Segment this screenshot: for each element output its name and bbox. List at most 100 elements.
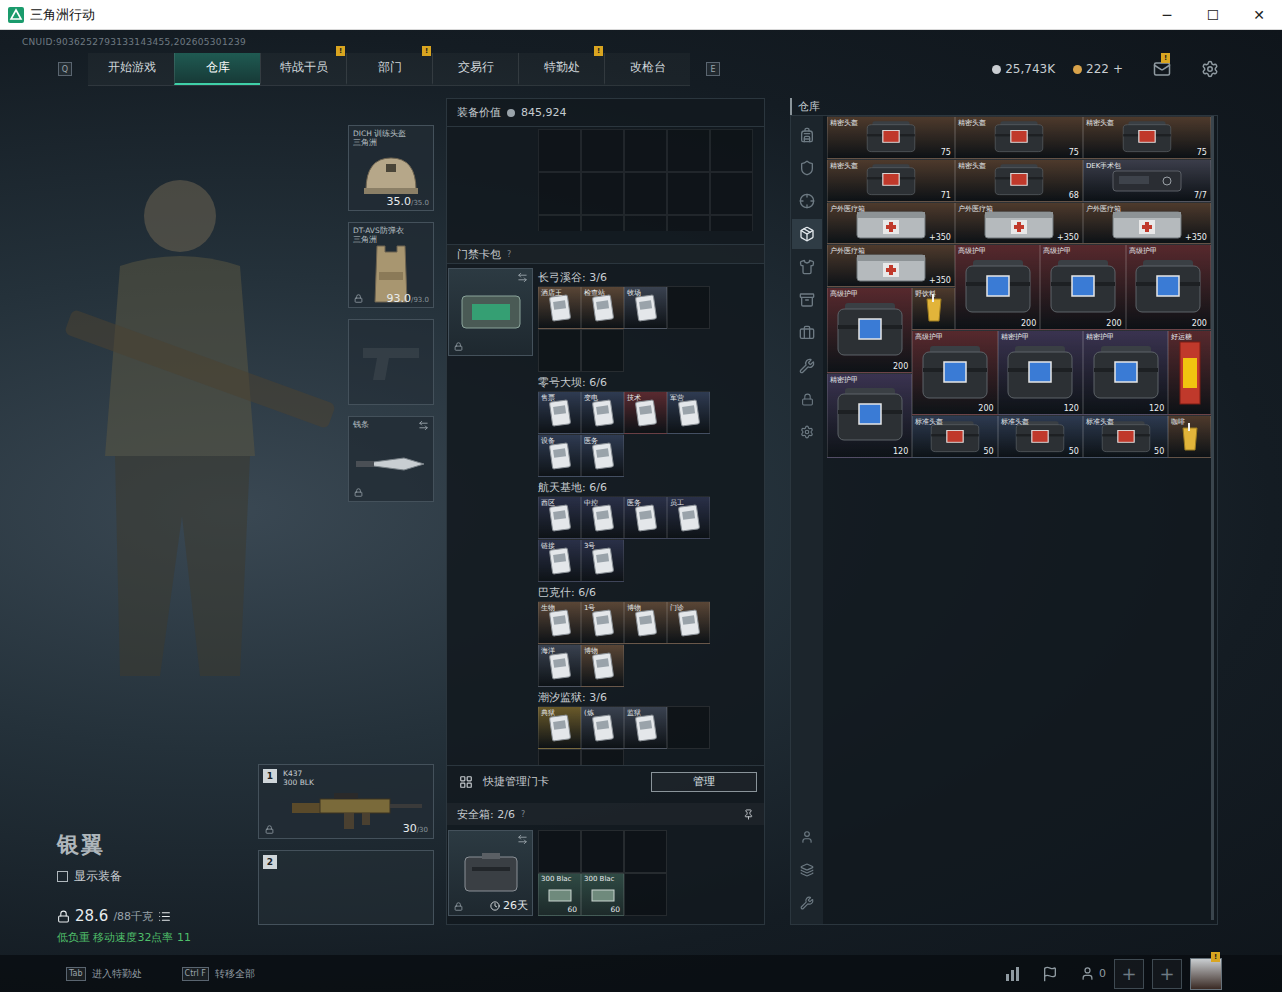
keycard[interactable]: 博物 (581, 644, 624, 687)
keycard[interactable]: 海洋 (538, 644, 581, 687)
warehouse-item[interactable]: 咖啡 (1168, 415, 1211, 458)
warehouse-item[interactable]: 精密头盔71 (827, 159, 955, 202)
warehouse-tab[interactable] (792, 186, 822, 216)
safe-box-case[interactable]: 26天 (448, 830, 533, 916)
friends[interactable]: 0 (1080, 966, 1106, 981)
ammo-item[interactable]: 300 Blac60 (581, 873, 624, 916)
empty-slot[interactable] (667, 706, 710, 749)
keycard[interactable]: 检查站 (581, 286, 624, 329)
keycard[interactable]: 售票 (538, 391, 581, 434)
warehouse-item[interactable]: 标准头盔50 (1083, 415, 1168, 458)
gear-slot[interactable]: 钱条 (348, 416, 434, 502)
checkbox[interactable] (57, 871, 68, 882)
flag-icon[interactable] (1042, 966, 1058, 982)
warehouse-tab[interactable] (792, 285, 822, 315)
pin-icon[interactable] (743, 809, 754, 820)
warehouse-item[interactable]: 精密头盔68 (955, 159, 1083, 202)
scrollbar[interactable] (1211, 116, 1214, 920)
nav-tab[interactable]: 仓库 (174, 53, 260, 85)
nav-tab[interactable]: 开始游戏 (88, 53, 174, 85)
keycard[interactable]: 技术 (624, 391, 667, 434)
keycard[interactable]: 链接 (538, 539, 581, 582)
warehouse-item[interactable]: 好运糖 (1168, 330, 1211, 416)
gear-slot[interactable]: DT-AVS防弹衣三角洲93.0/93.0 (348, 222, 434, 308)
grid-cell[interactable] (581, 129, 624, 172)
add-teammate-button[interactable]: + (1114, 959, 1144, 989)
grid-cell[interactable] (581, 172, 624, 215)
grid-cell[interactable] (667, 172, 710, 215)
grid-cell[interactable] (667, 129, 710, 172)
window-control-button[interactable]: ☐ (1190, 0, 1236, 29)
swap-button[interactable] (517, 834, 528, 845)
warehouse-item[interactable]: 精密护甲120 (827, 373, 912, 459)
empty-slot[interactable] (538, 830, 581, 873)
warehouse-tab[interactable] (792, 219, 822, 249)
keycard[interactable]: (炼 (581, 706, 624, 749)
show-gear-toggle[interactable]: 显示装备 (57, 868, 258, 885)
warehouse-item[interactable]: 高级护甲200 (955, 244, 1040, 330)
warehouse-item[interactable]: 精密头盔75 (827, 116, 955, 159)
warehouse-item[interactable]: 户外医疗箱+350 (827, 202, 955, 245)
grid-cell[interactable] (538, 172, 581, 215)
warehouse-item[interactable]: 标准头盔50 (998, 415, 1083, 458)
keycard[interactable]: 监狱 (624, 706, 667, 749)
keycard[interactable]: 军营 (667, 391, 710, 434)
nav-tab[interactable]: 特战干员! (260, 53, 346, 85)
keycard[interactable]: 典狱 (538, 706, 581, 749)
nav-next-key[interactable]: E (706, 62, 720, 76)
keycard[interactable]: 门诊 (667, 601, 710, 644)
lock-button[interactable] (792, 384, 822, 414)
warehouse-item[interactable]: DEK手术包7/7 (1083, 159, 1211, 202)
swap-button[interactable] (517, 272, 528, 283)
grid-cell[interactable] (710, 129, 753, 172)
warehouse-item[interactable]: 精密护甲120 (1083, 330, 1168, 416)
warehouse-item[interactable]: 精密头盔75 (955, 116, 1083, 159)
nav-tab[interactable]: 特勤处! (518, 53, 604, 85)
mail-button[interactable]: ! (1153, 60, 1171, 78)
warehouse-item[interactable]: 精密头盔75 (1083, 116, 1211, 159)
gear-slot[interactable]: DICH 训练头盔三角洲35.0/35.0 (348, 125, 434, 211)
key-hint[interactable]: Ctrl F转移全部 (182, 967, 255, 981)
warehouse-item[interactable]: 户外医疗箱+350 (955, 202, 1083, 245)
filter-button[interactable] (792, 888, 822, 918)
grid-cell[interactable] (710, 215, 753, 231)
settings-button[interactable] (1201, 60, 1219, 78)
window-control-button[interactable]: ✕ (1236, 0, 1282, 29)
grid-cell[interactable] (624, 172, 667, 215)
currency[interactable]: 25,743K (992, 62, 1055, 76)
sort-button[interactable] (792, 822, 822, 852)
warehouse-item[interactable]: 野饮料 (912, 287, 955, 330)
nav-tab[interactable]: 交易行 (432, 53, 518, 85)
keycard[interactable]: 牧场 (624, 286, 667, 329)
keycard-case[interactable] (448, 268, 533, 356)
add-teammate-button[interactable]: + (1152, 959, 1182, 989)
keycard[interactable]: 西区 (538, 496, 581, 539)
keycard[interactable]: 员工 (667, 496, 710, 539)
list-icon[interactable] (158, 910, 171, 923)
keycard[interactable]: 变电 (581, 391, 624, 434)
nav-tab[interactable]: 改枪台 (604, 53, 690, 85)
window-control-button[interactable]: ─ (1144, 0, 1190, 29)
empty-slot[interactable] (581, 749, 624, 765)
nav-tab[interactable]: 部门! (346, 53, 432, 85)
grid-cell[interactable] (538, 129, 581, 172)
keycard[interactable]: 1号 (581, 601, 624, 644)
warehouse-item[interactable]: 户外医疗箱+350 (1083, 202, 1211, 245)
warehouse-item[interactable]: 户外医疗箱+350 (827, 244, 955, 287)
empty-slot[interactable] (538, 749, 581, 765)
key-hint[interactable]: Tab进入特勤处 (66, 967, 142, 981)
stats-chart-icon[interactable] (1004, 966, 1020, 982)
empty-slot[interactable] (538, 329, 581, 372)
keycard[interactable]: 3号 (581, 539, 624, 582)
grid-cell[interactable] (624, 129, 667, 172)
keycard[interactable]: 设备 (538, 434, 581, 477)
settings-button[interactable] (792, 417, 822, 447)
gear-slot[interactable] (348, 319, 434, 405)
manage-button[interactable]: 管理 (651, 772, 757, 792)
weapon-slot[interactable]: 2 (258, 850, 434, 925)
grid-cell[interactable] (710, 172, 753, 215)
keycard[interactable]: 酒店王 (538, 286, 581, 329)
weapon-slot[interactable]: 1K437300 BLK30/30 (258, 764, 434, 839)
grid-cell[interactable] (581, 215, 624, 231)
nav-prev-key[interactable]: Q (58, 62, 72, 76)
